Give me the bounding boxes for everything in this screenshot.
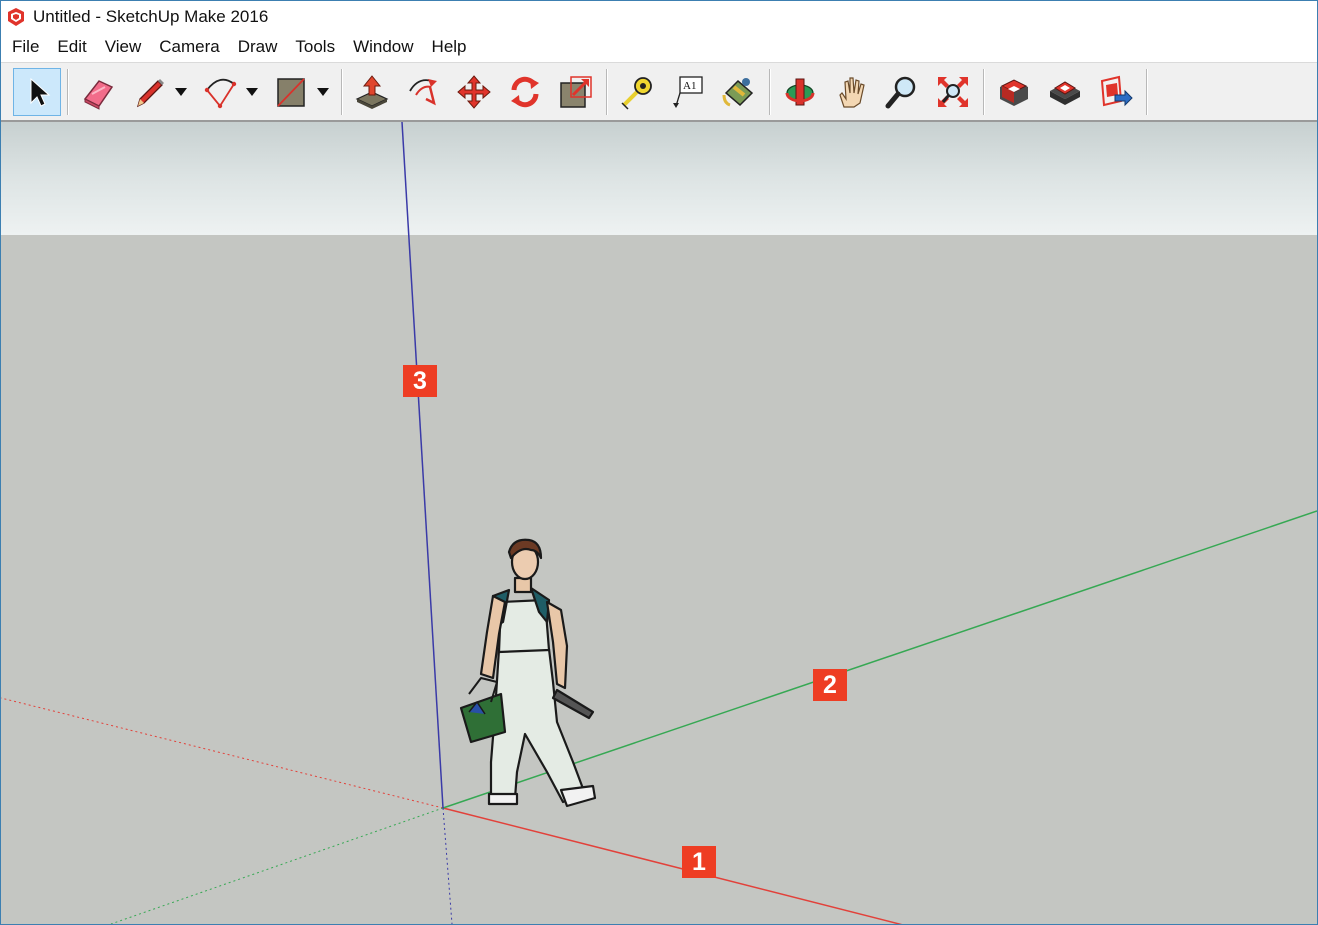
toolbar: A1 xyxy=(1,62,1317,122)
sketchup-window: Untitled - SketchUp Make 2016 File Edit … xyxy=(0,0,1318,925)
triangle-down-icon xyxy=(246,87,258,96)
toolbar-separator xyxy=(606,68,607,115)
axis-label-2: 2 xyxy=(813,669,847,701)
rotate-icon xyxy=(511,76,539,107)
menu-file[interactable]: File xyxy=(3,35,48,59)
select-tool-button[interactable] xyxy=(13,67,61,116)
push-pull-tool-button[interactable] xyxy=(348,68,396,116)
eraser-icon xyxy=(83,79,114,110)
rectangle-tool-button[interactable] xyxy=(267,68,315,116)
pencil-icon xyxy=(136,78,164,107)
ground xyxy=(1,235,1317,924)
line-tool-dropdown[interactable] xyxy=(172,68,190,116)
axis-label-3: 3 xyxy=(403,365,437,397)
rotate-tool-button[interactable] xyxy=(501,68,549,116)
tape-measure-icon xyxy=(621,76,652,110)
text-label-icon: A1 xyxy=(673,75,703,108)
menu-draw[interactable]: Draw xyxy=(229,35,287,59)
orbit-tool-button[interactable] xyxy=(776,68,824,116)
menu-help[interactable]: Help xyxy=(423,35,476,59)
zoom-extents-tool-button[interactable] xyxy=(929,68,977,116)
rectangle-icon xyxy=(277,77,305,107)
window-title: Untitled - SketchUp Make 2016 xyxy=(33,6,269,26)
arc-tool-button[interactable] xyxy=(196,68,244,116)
pan-tool-button[interactable] xyxy=(827,68,875,116)
sketchup-logo-icon xyxy=(5,6,27,28)
menu-bar: File Edit View Camera Draw Tools Window … xyxy=(1,32,1317,62)
menu-edit[interactable]: Edit xyxy=(48,35,95,59)
toolbar-separator xyxy=(769,68,770,115)
axis-label-1: 1 xyxy=(682,846,716,878)
scale-icon xyxy=(560,75,592,108)
scene-canvas xyxy=(1,122,1317,924)
toolbar-separator xyxy=(67,68,68,115)
menu-camera[interactable]: Camera xyxy=(150,35,228,59)
3d-warehouse-tool-button[interactable] xyxy=(990,68,1038,116)
extension-warehouse-icon xyxy=(1050,80,1080,105)
zoom-extents-icon xyxy=(938,76,968,107)
hand-icon xyxy=(839,76,865,108)
3d-warehouse-icon xyxy=(1000,78,1028,106)
sky xyxy=(1,122,1317,235)
toolbar-separator xyxy=(341,68,342,115)
menu-window[interactable]: Window xyxy=(344,35,422,59)
share-model-icon xyxy=(1100,75,1133,106)
triangle-down-icon xyxy=(175,87,187,96)
arc-icon xyxy=(204,78,237,108)
arc-tool-dropdown[interactable] xyxy=(243,68,261,116)
orbit-icon xyxy=(785,78,815,105)
toolbar-separator xyxy=(983,68,984,115)
extension-warehouse-tool-button[interactable] xyxy=(1041,68,1089,116)
eraser-tool-button[interactable] xyxy=(74,68,122,116)
line-tool-button[interactable] xyxy=(125,68,173,116)
magnifier-icon xyxy=(885,76,916,108)
paint-bucket-icon xyxy=(722,77,754,106)
text-tool-button[interactable]: A1 xyxy=(664,68,712,116)
move-arrows-icon xyxy=(457,74,491,109)
menu-view[interactable]: View xyxy=(96,35,151,59)
zoom-tool-button[interactable] xyxy=(878,68,926,116)
triangle-down-icon xyxy=(317,87,329,96)
scale-tool-button[interactable] xyxy=(552,68,600,116)
paint-bucket-tool-button[interactable] xyxy=(715,68,763,116)
menu-tools[interactable]: Tools xyxy=(286,35,344,59)
toolbar-separator xyxy=(1146,68,1147,115)
text-tool-label: A1 xyxy=(683,80,696,92)
select-arrow-icon xyxy=(30,77,51,107)
move-tool-button[interactable] xyxy=(450,68,498,116)
title-bar: Untitled - SketchUp Make 2016 xyxy=(1,1,1317,32)
offset-icon xyxy=(409,78,437,105)
offset-tool-button[interactable] xyxy=(399,68,447,116)
rectangle-tool-dropdown[interactable] xyxy=(314,68,332,116)
share-model-tool-button[interactable] xyxy=(1092,68,1140,116)
tape-measure-tool-button[interactable] xyxy=(613,68,661,116)
push-pull-icon xyxy=(355,74,389,109)
3d-viewport[interactable]: 3 2 1 xyxy=(1,122,1317,924)
